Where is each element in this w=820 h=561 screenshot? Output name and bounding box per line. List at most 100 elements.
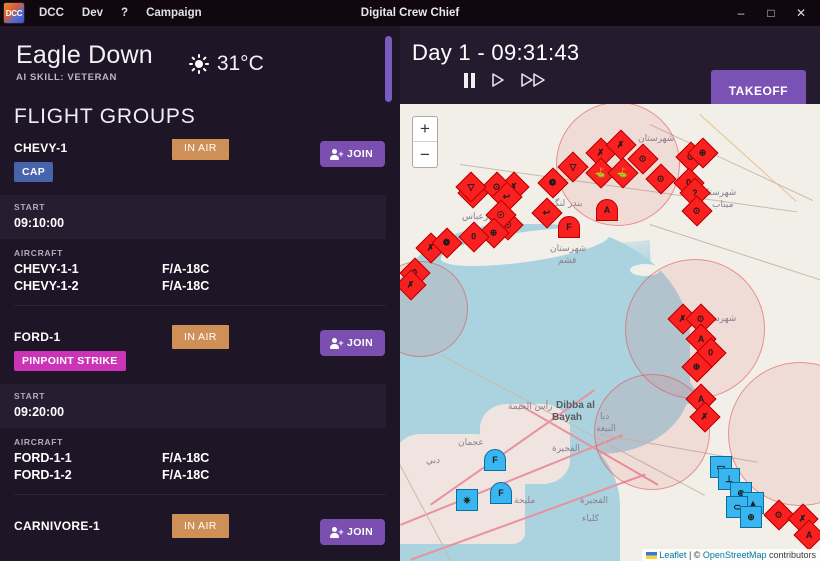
aircraft-callsign: CHEVY-1-1 [14, 262, 79, 277]
osm-link[interactable]: OpenStreetMap [703, 550, 767, 560]
unit-symbol: 0 [458, 221, 490, 253]
join-button[interactable]: + JOIN [320, 519, 386, 546]
hostile-unit-marker[interactable]: 0 [458, 221, 490, 253]
map-label: مليحة [514, 496, 536, 506]
person-add-icon: + [330, 148, 344, 160]
menu-item-dev[interactable]: Dev [82, 7, 103, 19]
flight-group-header: FORD-1 PINPOINT STRIKE IN AIR + JOIN [0, 325, 386, 374]
flight-group-card[interactable]: CARNIVORE-1 IN AIR + JOIN [0, 514, 386, 553]
minimize-icon[interactable]: – [726, 0, 756, 26]
hostile-unit-marker[interactable]: ▽ [557, 151, 589, 183]
menu-item-dcc[interactable]: DCC [39, 7, 64, 19]
aircraft-callsign: FORD-1-1 [14, 451, 72, 466]
menu-item-campaign[interactable]: Campaign [146, 7, 202, 19]
map-label: الفجيرة [552, 444, 581, 454]
hostile-unit-marker[interactable]: ⊕ [681, 351, 713, 383]
map-label: البيعة [596, 424, 616, 434]
hostile-unit-marker[interactable]: ⊙ [763, 499, 795, 531]
unit-symbol: ⊕ [681, 351, 713, 383]
friendly-unit-marker[interactable]: ⎈ [456, 489, 478, 511]
sidebar-scrollbar[interactable] [385, 26, 392, 440]
friendly-unit-marker[interactable]: F [484, 449, 506, 471]
hostile-unit-marker[interactable]: ⊙ [645, 163, 677, 195]
map-label: قشم [558, 256, 577, 266]
flight-group-card[interactable]: CHEVY-1 CAP IN AIR + JOIN START 09:10:00 [0, 139, 386, 307]
join-button[interactable]: + JOIN [320, 330, 386, 357]
unit-glyph: ✗ [617, 139, 625, 150]
leaflet-link[interactable]: Leaflet [659, 550, 686, 560]
map-label: شهرستان [550, 244, 587, 254]
hostile-unit-marker[interactable]: ❁ [537, 167, 569, 199]
flight-group-name: FORD-1 [14, 330, 61, 345]
attrib-suffix: contributors [766, 550, 816, 560]
hostile-unit-marker[interactable]: ⊙ [681, 195, 713, 227]
map-label: Dibba al [556, 400, 595, 411]
aircraft-row: AIRCRAFT FORD-1-1 F/A-18C FORD-1-2 F/A-1… [0, 428, 386, 482]
play-icon[interactable] [491, 72, 505, 88]
zoom-in-button[interactable]: + [413, 117, 437, 142]
start-label: START [14, 202, 46, 213]
map-label: Bayah [552, 412, 583, 423]
divider [14, 305, 386, 307]
sim-clock: Day 1 - 09:31:43 [412, 40, 580, 65]
person-add-icon: + [330, 337, 344, 349]
unit-glyph: ✗ [701, 411, 709, 422]
hostile-unit-marker[interactable]: ▽ [455, 171, 487, 203]
hostile-unit-marker[interactable]: ✗ [689, 401, 721, 433]
hostile-unit-marker[interactable]: A [596, 199, 618, 221]
zoom-out-button[interactable]: − [413, 142, 437, 167]
sun-icon [189, 54, 209, 74]
aircraft-list-item: CHEVY-1-2 F/A-18C [14, 279, 372, 293]
start-value: 09:10:00 [14, 216, 65, 231]
unit-glyph: ⊕ [699, 147, 707, 158]
hostile-unit-marker[interactable]: ⊙ [627, 143, 659, 175]
unit-glyph: ⊕ [747, 511, 755, 522]
hostile-unit-marker[interactable]: ↩ [531, 197, 563, 229]
flight-group-role-badge: PINPOINT STRIKE [14, 351, 126, 372]
hostile-unit-marker[interactable]: ❁ [431, 227, 463, 259]
map-label: رأس الخيمة [508, 402, 553, 412]
friendly-unit-marker[interactable]: F [490, 482, 512, 504]
hostile-unit-marker[interactable]: A [793, 519, 820, 551]
unit-glyph: F [498, 488, 504, 498]
attrib-sep: | © [686, 550, 703, 560]
join-label: JOIN [347, 148, 374, 161]
hostile-unit-marker[interactable]: ⛳ [607, 157, 639, 189]
unit-glyph: F [566, 222, 572, 232]
unit-symbol: A [793, 519, 820, 551]
scrollbar-thumb[interactable] [385, 36, 392, 102]
close-icon[interactable]: ✕ [786, 0, 816, 26]
unit-glyph: A [805, 530, 813, 540]
map-zoom-control[interactable]: + − [412, 116, 438, 168]
flight-group-card[interactable]: FORD-1 PINPOINT STRIKE IN AIR + JOIN STA… [0, 325, 386, 496]
start-time-row: START 09:10:00 [0, 195, 386, 240]
aircraft-type: F/A-18C [162, 468, 210, 483]
menu-bar: DCC Dev ? Campaign [39, 7, 202, 19]
unit-glyph: ↩ [503, 191, 511, 202]
maximize-icon[interactable]: □ [756, 0, 786, 26]
pause-icon[interactable] [464, 72, 475, 88]
flight-group-header: CARNIVORE-1 IN AIR + JOIN [0, 514, 386, 553]
friendly-unit-marker[interactable]: ⊕ [740, 506, 762, 528]
hostile-unit-marker[interactable]: F [558, 216, 580, 238]
aircraft-callsign: FORD-1-2 [14, 468, 72, 483]
join-button[interactable]: + JOIN [320, 141, 386, 168]
unit-glyph: 0 [708, 347, 714, 358]
hostile-unit-marker[interactable]: ✗ [400, 269, 427, 301]
aircraft-list-item: FORD-1-2 F/A-18C [14, 468, 372, 482]
sim-control-bar: Day 1 - 09:31:43 TAKEOFF [400, 26, 820, 112]
fast-forward-icon[interactable] [521, 72, 547, 88]
hostile-unit-marker[interactable]: ✗ [605, 129, 637, 161]
aircraft-type: F/A-18C [162, 262, 210, 277]
map-label: عجمان [458, 438, 484, 448]
hostile-unit-marker[interactable]: ⊕ [687, 137, 719, 169]
flight-groups-list[interactable]: CHEVY-1 CAP IN AIR + JOIN START 09:10:00 [0, 139, 400, 553]
join-label: JOIN [347, 526, 374, 539]
menu-item-help[interactable]: ? [121, 7, 128, 19]
unit-symbol: ⊙ [681, 195, 713, 227]
right-panel: Day 1 - 09:31:43 TAKEOFF شهرستان بندر لن… [400, 26, 820, 561]
aircraft-type: F/A-18C [162, 279, 210, 294]
tactical-map[interactable]: شهرستان بندر لنگه بندرعباس شهرستان قشم ش… [400, 104, 820, 561]
status-badge: IN AIR [172, 325, 229, 350]
unit-symbol: F [484, 449, 506, 471]
